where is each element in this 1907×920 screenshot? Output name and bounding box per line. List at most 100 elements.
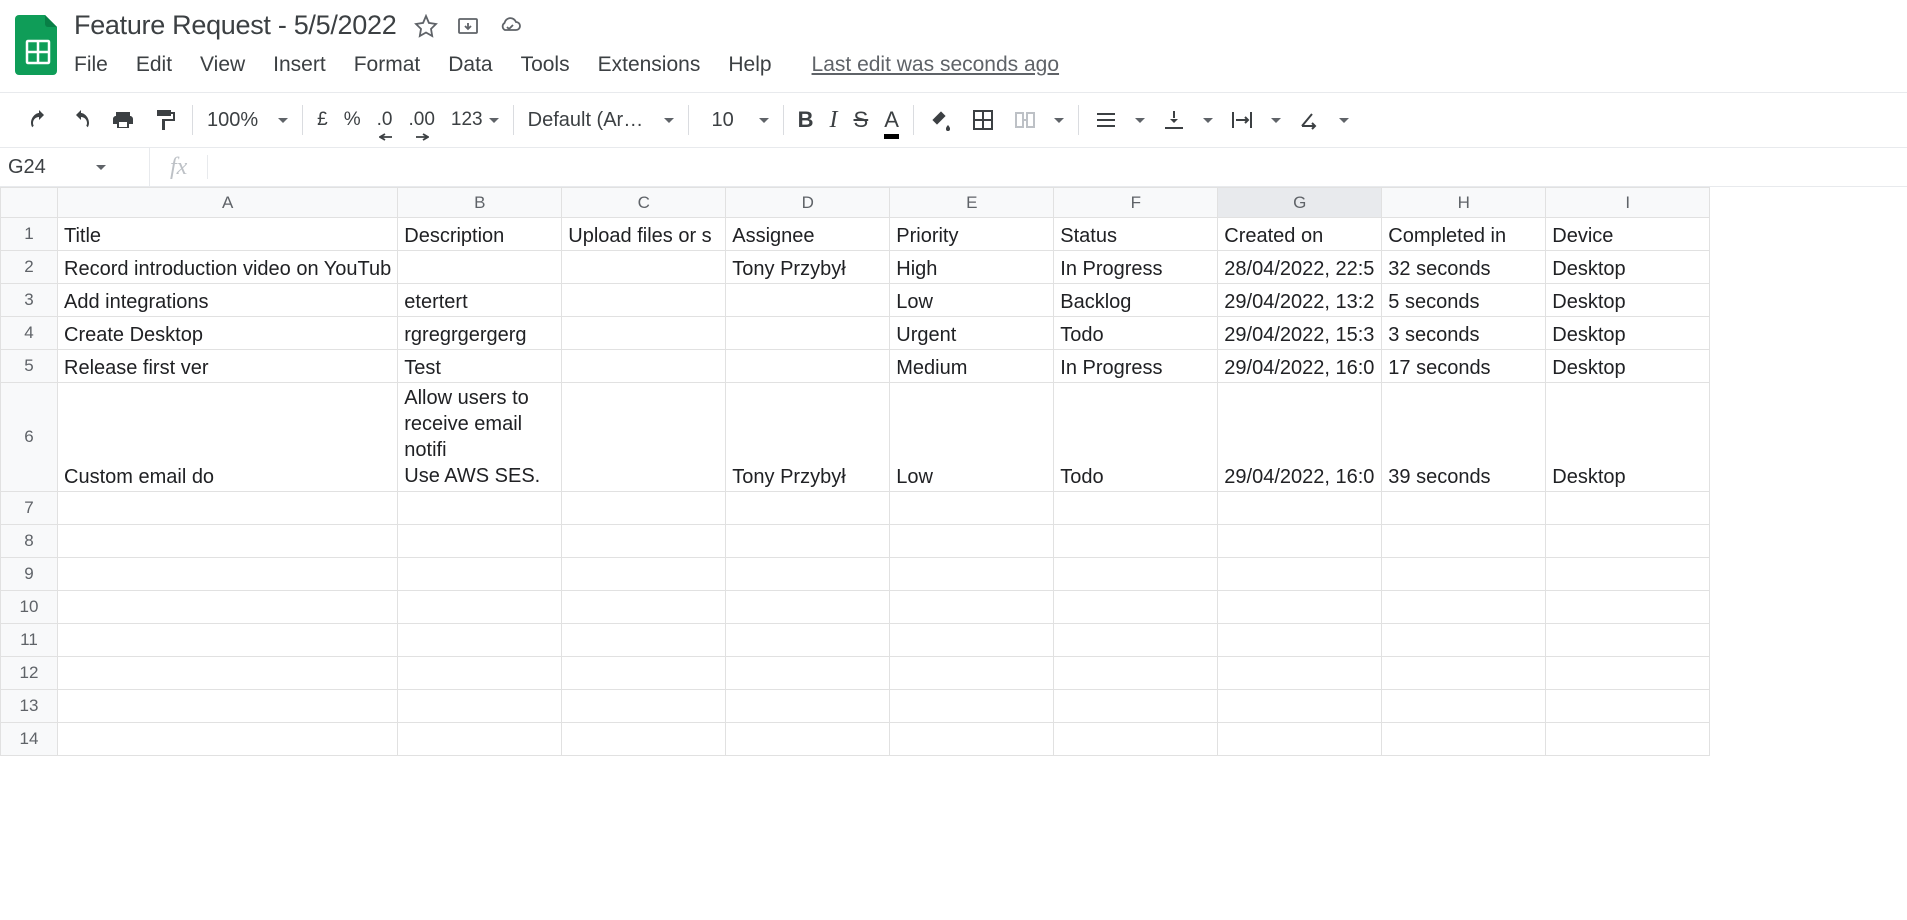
font-family-selector[interactable]: Default (Ari… [528,109,648,132]
cell[interactable] [726,317,890,350]
percent-format-button[interactable]: % [344,109,361,131]
cell[interactable]: Release first ver [58,350,398,383]
cell[interactable] [1218,690,1382,723]
cell[interactable]: Custom email do [58,383,398,492]
col-header-G[interactable]: G [1218,188,1382,218]
cell[interactable] [398,657,562,690]
cell[interactable] [1054,591,1218,624]
cell[interactable]: Add integrations [58,284,398,317]
cell[interactable] [1218,591,1382,624]
cell[interactable]: 39 seconds [1382,383,1546,492]
borders-icon[interactable] [970,107,996,133]
cell[interactable]: In Progress [1054,251,1218,284]
cell[interactable]: In Progress [1054,350,1218,383]
cell[interactable] [890,492,1054,525]
row-header[interactable]: 11 [1,624,58,657]
cell[interactable] [1546,525,1710,558]
cell[interactable] [1218,492,1382,525]
menu-view[interactable]: View [200,53,245,77]
row-header[interactable]: 8 [1,525,58,558]
h-align-caret-icon[interactable] [1135,118,1145,123]
wrap-caret-icon[interactable] [1271,118,1281,123]
cell[interactable]: Description [398,218,562,251]
row-header[interactable]: 3 [1,284,58,317]
cell[interactable]: 32 seconds [1382,251,1546,284]
text-wrap-icon[interactable] [1229,107,1255,133]
cell[interactable]: Priority [890,218,1054,251]
cell[interactable]: Urgent [890,317,1054,350]
row-header[interactable]: 9 [1,558,58,591]
cell[interactable]: Backlog [1054,284,1218,317]
cell[interactable]: 29/04/2022, 15:3 [1218,317,1382,350]
cell[interactable]: Medium [890,350,1054,383]
cell[interactable] [1054,690,1218,723]
cell[interactable]: Completed in [1382,218,1546,251]
cell[interactable] [1382,624,1546,657]
cell[interactable]: etertert [398,284,562,317]
menu-edit[interactable]: Edit [136,53,172,77]
cell[interactable]: rgregrgergerg [398,317,562,350]
cell[interactable] [1546,657,1710,690]
cell[interactable]: Title [58,218,398,251]
cell[interactable]: 29/04/2022, 16:0 [1218,383,1382,492]
col-header-D[interactable]: D [726,188,890,218]
cell[interactable] [398,723,562,756]
zoom-caret-icon[interactable] [278,118,288,123]
cell[interactable] [1382,492,1546,525]
cell[interactable]: Tony Przybył [726,383,890,492]
cell[interactable] [1546,624,1710,657]
row-header[interactable]: 12 [1,657,58,690]
cell[interactable]: Todo [1054,317,1218,350]
cloud-status-icon[interactable] [498,14,522,38]
cell[interactable] [1218,558,1382,591]
col-header-C[interactable]: C [562,188,726,218]
row-header[interactable]: 7 [1,492,58,525]
cell[interactable] [398,492,562,525]
cell[interactable]: Desktop [1546,383,1710,492]
cell[interactable] [562,624,726,657]
cell[interactable] [1054,558,1218,591]
menu-insert[interactable]: Insert [273,53,326,77]
merge-caret-icon[interactable] [1054,118,1064,123]
cell[interactable] [726,657,890,690]
font-family-caret-icon[interactable] [664,118,674,123]
select-all-corner[interactable] [1,188,58,218]
cell[interactable] [1218,657,1382,690]
cell[interactable] [726,624,890,657]
cell[interactable] [398,525,562,558]
vertical-align-icon[interactable] [1161,107,1187,133]
cell[interactable] [58,525,398,558]
cell[interactable]: 29/04/2022, 16:0 [1218,350,1382,383]
row-header[interactable]: 14 [1,723,58,756]
cell[interactable] [398,624,562,657]
cell[interactable] [562,492,726,525]
cell[interactable] [398,251,562,284]
col-header-I[interactable]: I [1546,188,1710,218]
cell[interactable] [562,690,726,723]
cell[interactable]: 29/04/2022, 13:2 [1218,284,1382,317]
cell[interactable] [58,492,398,525]
name-box[interactable]: G24 [0,148,150,186]
cell[interactable]: 17 seconds [1382,350,1546,383]
cell[interactable] [1546,591,1710,624]
currency-format-button[interactable]: £ [317,109,328,131]
cell[interactable] [726,525,890,558]
cell[interactable] [1218,723,1382,756]
merge-cells-icon[interactable] [1012,107,1038,133]
cell[interactable] [1054,723,1218,756]
cell[interactable]: Test [398,350,562,383]
cell[interactable] [562,723,726,756]
menu-data[interactable]: Data [448,53,492,77]
cell[interactable] [1382,723,1546,756]
cell[interactable] [398,591,562,624]
bold-button[interactable]: B [798,107,814,133]
cell[interactable] [562,251,726,284]
col-header-A[interactable]: A [58,188,398,218]
row-header[interactable]: 5 [1,350,58,383]
cell[interactable] [1546,690,1710,723]
move-icon[interactable] [456,14,480,38]
cell[interactable] [1054,657,1218,690]
document-title[interactable]: Feature Request - 5/5/2022 [74,10,396,41]
cell[interactable] [562,558,726,591]
cell[interactable] [1382,657,1546,690]
